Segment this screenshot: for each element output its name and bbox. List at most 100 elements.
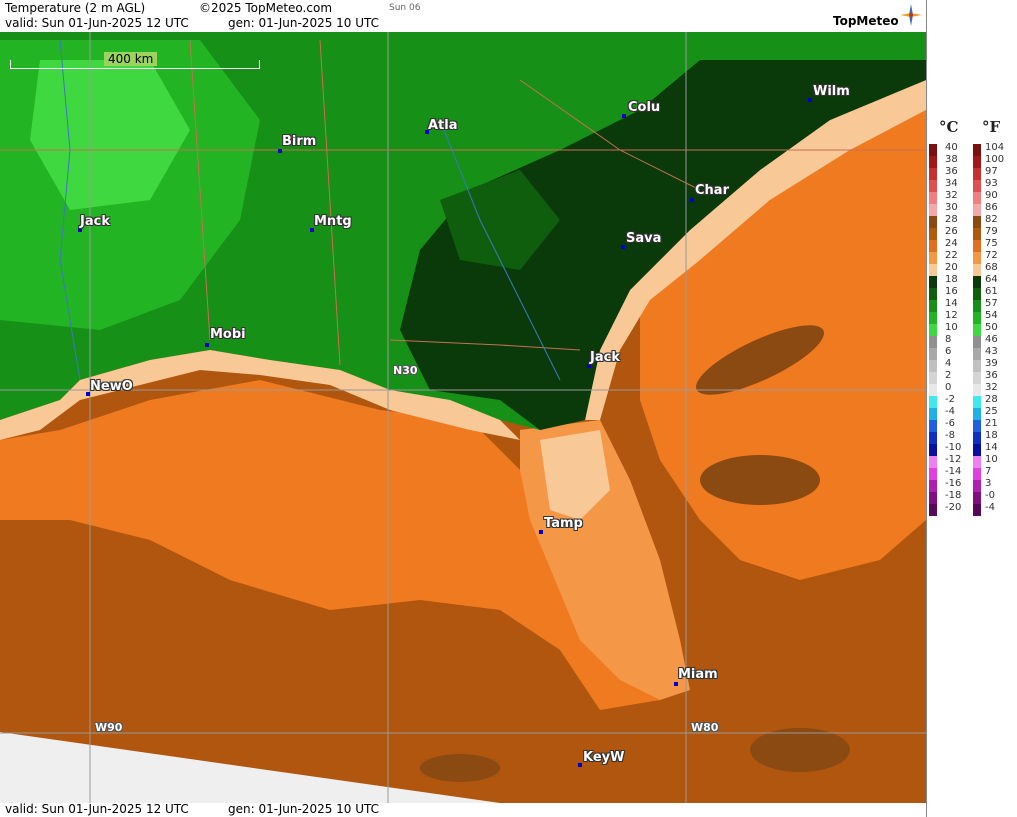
legend-celsius-value: 24 [945, 238, 958, 249]
legend-fahrenheit-value: 93 [985, 178, 998, 189]
day-label: Sun 06 [389, 3, 421, 13]
legend-fahrenheit-value: 57 [985, 298, 998, 309]
legend-swatch [929, 192, 937, 204]
topmeteo-logo[interactable]: TopMeteo [833, 14, 899, 28]
legend-fahrenheit-value: -0 [985, 490, 995, 501]
legend-swatch [929, 288, 937, 300]
celsius-unit-label: °C [939, 118, 959, 136]
legend-swatch [929, 408, 937, 420]
legend-swatch [929, 492, 937, 504]
legend-swatch [929, 300, 937, 312]
city-charleston[interactable]: Char [695, 183, 729, 198]
legend-celsius-value: 4 [945, 358, 952, 369]
city-birmingham[interactable]: Birm [282, 134, 316, 149]
legend-swatch [973, 324, 981, 336]
legend-swatch [973, 444, 981, 456]
city-mobile[interactable]: Mobi [210, 327, 246, 342]
legend-celsius-value: 16 [945, 286, 958, 297]
temperature-legend: °C °F 40 104 38 100 36 97 34 93 32 90 30 86 28 82 26 79… [926, 0, 1017, 817]
legend-fahrenheit-value: 32 [985, 382, 998, 393]
legend-swatch [929, 180, 937, 192]
legend-celsius-value: 10 [945, 322, 958, 333]
compass-logo-icon [900, 4, 922, 26]
copyright-text: ©2025 TopMeteo.com [199, 1, 333, 15]
generated-time: gen: 01-Jun-2025 10 UTC [228, 16, 380, 30]
temperature-map[interactable]: 400 km N30 W90 W80 Jack Birm Atla Colu W… [0, 32, 926, 803]
footer-generated-time: gen: 01-Jun-2025 10 UTC [228, 802, 380, 816]
legend-celsius-value: -14 [945, 466, 962, 477]
city-marker [539, 530, 543, 534]
city-key-west[interactable]: KeyW [583, 750, 624, 765]
legend-celsius-value: 40 [945, 142, 958, 153]
legend-swatch [929, 312, 937, 324]
map-canvas [0, 32, 926, 803]
legend-fahrenheit-value: 10 [985, 454, 998, 465]
legend-swatch [929, 480, 937, 492]
city-jackson-ms[interactable]: Jack [80, 214, 110, 229]
legend-swatch [973, 348, 981, 360]
legend-swatch [929, 276, 937, 288]
legend-swatch [973, 360, 981, 372]
legend-fahrenheit-value: 3 [985, 478, 992, 489]
legend-fahrenheit-value: 28 [985, 394, 998, 405]
legend-fahrenheit-value: 36 [985, 370, 998, 381]
legend-fahrenheit-value: -4 [985, 502, 995, 513]
city-atlanta[interactable]: Atla [428, 118, 458, 133]
chart-title: Temperature (2 m AGL) [5, 1, 146, 15]
legend-swatch [929, 468, 937, 480]
legend-celsius-value: 38 [945, 154, 958, 165]
legend-celsius-value: 30 [945, 202, 958, 213]
legend-swatch [973, 192, 981, 204]
footer-bar: valid: Sun 01-Jun-2025 12 UTC gen: 01-Ju… [0, 802, 926, 817]
legend-swatch [929, 504, 937, 516]
city-wilmington[interactable]: Wilm [813, 84, 850, 99]
legend-swatch [973, 468, 981, 480]
legend-fahrenheit-value: 46 [985, 334, 998, 345]
legend-swatch [973, 288, 981, 300]
lon-w90-label: W90 [95, 721, 123, 734]
legend-celsius-value: 0 [945, 382, 952, 393]
legend-swatch [973, 156, 981, 168]
legend-swatch [929, 144, 937, 156]
city-miami[interactable]: Miam [678, 667, 718, 682]
city-new-orleans[interactable]: NewO [90, 379, 133, 394]
legend-swatch [973, 396, 981, 408]
legend-fahrenheit-value: 68 [985, 262, 998, 273]
legend-swatch [929, 456, 937, 468]
footer-valid-time: valid: Sun 01-Jun-2025 12 UTC [5, 802, 189, 816]
city-tampa[interactable]: Tamp [544, 516, 583, 531]
legend-swatch [973, 384, 981, 396]
legend-swatch [973, 168, 981, 180]
legend-swatch [973, 216, 981, 228]
legend-celsius-value: -12 [945, 454, 962, 465]
legend-fahrenheit-value: 39 [985, 358, 998, 369]
legend-fahrenheit-value: 43 [985, 346, 998, 357]
legend-swatch [973, 228, 981, 240]
legend-celsius-value: -10 [945, 442, 962, 453]
legend-celsius-value: 36 [945, 166, 958, 177]
lat-n30-label: N30 [393, 364, 418, 377]
fahrenheit-unit-label: °F [982, 118, 1001, 136]
legend-swatch [929, 324, 937, 336]
valid-time: valid: Sun 01-Jun-2025 12 UTC [5, 16, 189, 30]
legend-fahrenheit-value: 79 [985, 226, 998, 237]
legend-swatch [929, 228, 937, 240]
legend-fahrenheit-value: 100 [985, 154, 1005, 165]
legend-swatch [929, 336, 937, 348]
city-columbia[interactable]: Colu [628, 100, 660, 115]
legend-swatch [929, 444, 937, 456]
legend-swatch [973, 276, 981, 288]
legend-swatch [973, 372, 981, 384]
legend-celsius-value: 34 [945, 178, 958, 189]
legend-fahrenheit-value: 18 [985, 430, 998, 441]
legend-swatch [929, 420, 937, 432]
legend-celsius-value: 18 [945, 274, 958, 285]
header-bar: Temperature (2 m AGL) ©2025 TopMeteo.com… [0, 0, 926, 32]
city-jacksonville[interactable]: Jack [590, 350, 620, 365]
city-savannah[interactable]: Sava [626, 231, 661, 246]
legend-celsius-value: 8 [945, 334, 952, 345]
legend-swatch [929, 372, 937, 384]
legend-swatch [973, 420, 981, 432]
city-montgomery[interactable]: Mntg [314, 214, 352, 229]
legend-fahrenheit-value: 82 [985, 214, 998, 225]
